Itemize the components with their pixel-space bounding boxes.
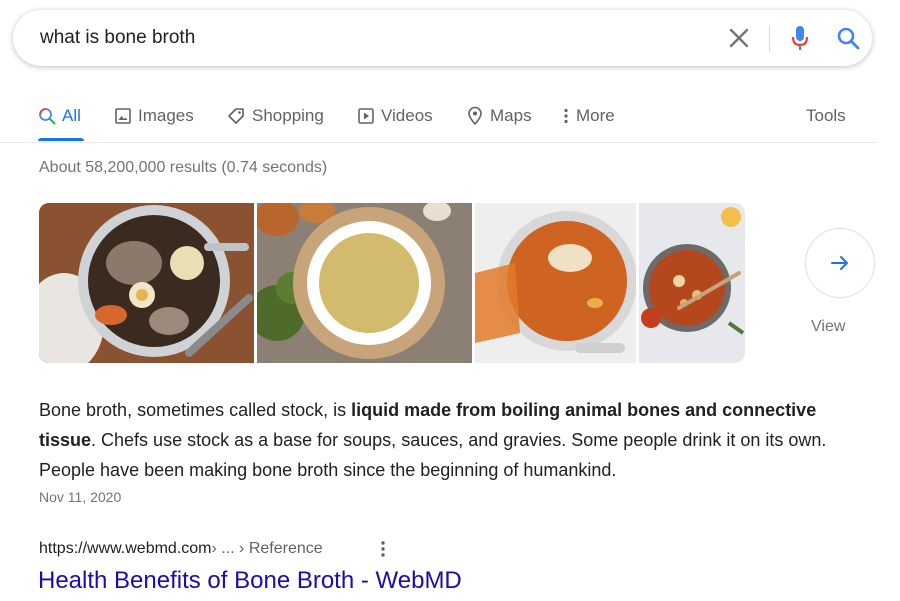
active-tab-indicator bbox=[38, 138, 84, 141]
bone-broth-pot-image bbox=[39, 203, 254, 363]
tab-label: Images bbox=[138, 106, 194, 125]
arrow-right-icon bbox=[831, 256, 848, 270]
more-vert-icon bbox=[564, 108, 568, 124]
search-tabs: All Images Shopping Videos Maps More Too… bbox=[0, 96, 878, 143]
more-vert-icon bbox=[381, 541, 385, 557]
search-bar bbox=[13, 10, 872, 66]
clear-button[interactable] bbox=[722, 24, 756, 52]
search-icon bbox=[39, 108, 56, 125]
image-result[interactable] bbox=[639, 203, 745, 363]
play-icon bbox=[358, 108, 374, 124]
image-icon bbox=[115, 108, 131, 124]
result-url[interactable]: https://www.webmd.com › ... › Reference bbox=[39, 540, 323, 558]
tab-images[interactable]: Images bbox=[114, 104, 194, 128]
search-input[interactable] bbox=[40, 24, 680, 52]
map-pin-icon bbox=[468, 106, 482, 126]
tab-more[interactable]: More bbox=[562, 104, 615, 128]
tab-label: Videos bbox=[381, 106, 433, 125]
result-domain: https://www.webmd.com bbox=[39, 540, 212, 557]
result-stats: About 58,200,000 results (0.74 seconds) bbox=[39, 159, 328, 176]
image-carousel bbox=[39, 203, 745, 363]
broth-bowl-image bbox=[257, 203, 472, 363]
soup-pot-image bbox=[639, 203, 745, 363]
search-icon bbox=[837, 27, 860, 50]
voice-search-button[interactable] bbox=[785, 22, 815, 54]
tab-videos[interactable]: Videos bbox=[357, 104, 433, 128]
search-button[interactable] bbox=[831, 22, 865, 54]
tab-shopping[interactable]: Shopping bbox=[227, 104, 324, 128]
result-breadcrumb: › ... › Reference bbox=[211, 540, 323, 557]
view-all-label: View bbox=[811, 318, 846, 335]
tools-button[interactable]: Tools bbox=[806, 104, 846, 128]
image-result[interactable] bbox=[39, 203, 254, 363]
pouring-broth-image bbox=[475, 203, 636, 363]
result-title-link[interactable]: Health Benefits of Bone Broth - WebMD bbox=[38, 567, 462, 595]
tab-label: All bbox=[62, 106, 81, 125]
close-icon bbox=[729, 28, 749, 48]
snippet-text: . Chefs use stock as a base for soups, s… bbox=[39, 430, 827, 480]
tab-label: Shopping bbox=[252, 106, 324, 125]
tag-icon bbox=[228, 108, 244, 124]
tab-label: More bbox=[576, 106, 615, 125]
tab-label: Maps bbox=[490, 106, 532, 125]
view-all-images-button[interactable] bbox=[805, 228, 875, 298]
microphone-icon bbox=[791, 26, 809, 50]
snippet-date: Nov 11, 2020 bbox=[39, 489, 122, 505]
result-options-button[interactable] bbox=[374, 538, 392, 560]
tab-maps[interactable]: Maps bbox=[466, 104, 532, 128]
search-divider bbox=[769, 26, 770, 52]
tools-label: Tools bbox=[806, 106, 846, 125]
image-result[interactable] bbox=[257, 203, 472, 363]
featured-snippet: Bone broth, sometimes called stock, is l… bbox=[39, 395, 859, 485]
tab-all[interactable]: All bbox=[38, 104, 81, 128]
snippet-text: Bone broth, sometimes called stock, is bbox=[39, 400, 352, 420]
image-result[interactable] bbox=[475, 203, 636, 363]
